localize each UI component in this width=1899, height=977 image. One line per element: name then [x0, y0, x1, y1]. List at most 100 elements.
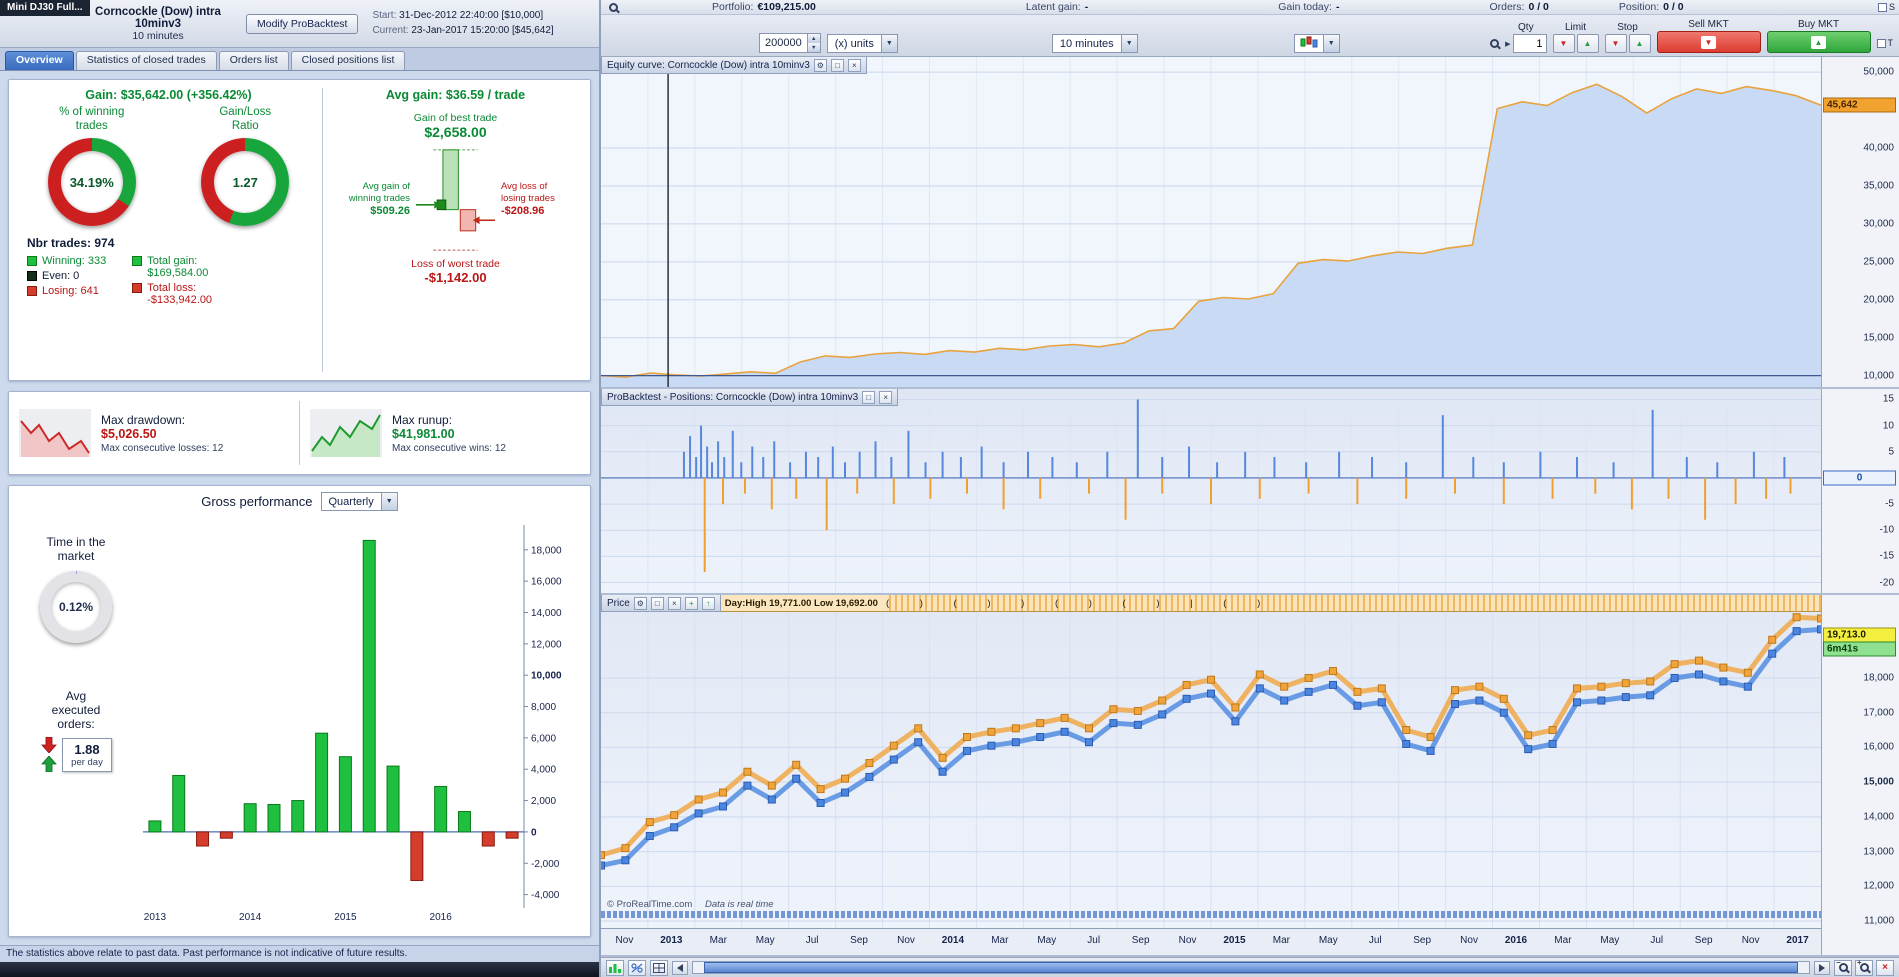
price-upper-marker	[1792, 613, 1801, 622]
scroll-right-button[interactable]	[1814, 960, 1830, 975]
units-select[interactable]: (x) units ▼	[826, 34, 898, 53]
sell-limit-button[interactable]: ▼	[1552, 34, 1575, 53]
equity-panel-titlebar[interactable]: Equity curve: Corncockle (Dow) intra 10m…	[601, 57, 867, 74]
spin-up-icon[interactable]: ▲	[807, 34, 820, 43]
reset-zoom-icon[interactable]: ×	[1876, 959, 1894, 976]
price-upper-marker	[1377, 684, 1386, 693]
axis-tick-label: 17,000	[1863, 707, 1894, 719]
positions-y-axis[interactable]: 15 10 5 -5 -10 -15 -20 0	[1821, 389, 1899, 593]
search-icon[interactable]	[1490, 39, 1500, 48]
price-lower-marker	[1036, 733, 1045, 742]
tab-statistics[interactable]: Statistics of closed trades	[75, 51, 217, 70]
stop-header: Stop	[1617, 22, 1638, 33]
axis-tick-label: 8,000	[531, 702, 556, 713]
modify-probacktest-button[interactable]: Modify ProBacktest	[246, 13, 359, 34]
checkbox-s-box[interactable]	[1877, 2, 1887, 12]
scrollbar-thumb[interactable]	[704, 962, 1798, 973]
stats-icon[interactable]	[606, 959, 624, 976]
time-axis-label: Mar	[991, 935, 1009, 946]
expander-icon[interactable]: ▶	[1505, 40, 1510, 48]
time-axis-label: Nov	[1460, 935, 1478, 946]
settings-icon[interactable]: ⚙	[633, 596, 647, 610]
candlestick-icon	[1300, 36, 1318, 48]
sell-stop-button[interactable]: ▼	[1604, 34, 1627, 53]
axis-tick-label: 35,000	[1863, 180, 1894, 192]
maximize-icon[interactable]: □	[830, 58, 844, 72]
buy-stop-button[interactable]: ▲	[1628, 34, 1651, 53]
equity-current-badge: 45,642	[1823, 97, 1896, 113]
chevron-down-icon[interactable]: ▼	[1322, 35, 1339, 52]
axis-tick-label: 14,000	[1863, 811, 1894, 823]
price-lower-marker	[1695, 670, 1703, 679]
positions-panel-titlebar[interactable]: ProBacktest - Positions: Corncockle (Dow…	[601, 389, 899, 406]
strategy-timeframe: 10 minutes	[132, 29, 184, 42]
grid-icon[interactable]	[650, 959, 668, 976]
price-upper-marker	[1670, 660, 1679, 669]
checkbox-t-box[interactable]	[1876, 38, 1886, 48]
qty-input[interactable]	[1512, 34, 1547, 53]
instrument-tab[interactable]: Mini DJ30 Full...	[0, 0, 90, 16]
copyright-line: © ProRealTime.com Data is real time	[607, 899, 774, 910]
sell-mkt-button[interactable]: ▼	[1656, 31, 1761, 53]
price-lower-marker	[1792, 627, 1801, 636]
gross-performance-card: Gross performance Quarterly ▼ Time in th…	[8, 485, 591, 937]
price-panel-titlebar[interactable]: Price ⚙ □ × + ↑	[601, 595, 721, 612]
time-axis[interactable]: Nov 2013 Mar May Jul Sep Nov 2014 Mar May Jul Sep No…	[601, 928, 1821, 955]
price-lower-marker	[670, 823, 679, 832]
time-in-market-value: 0.12%	[58, 600, 94, 614]
chart-scrollbar[interactable]	[692, 961, 1810, 974]
spin-down-icon[interactable]: ▼	[807, 43, 820, 52]
tab-closed-positions[interactable]: Closed positions list	[290, 51, 406, 70]
price-upper-marker	[1133, 706, 1142, 715]
runup-icon	[310, 409, 382, 457]
equity-y-axis[interactable]: 50,000 40,000 35,000 30,000 25,000 20,000 15,0…	[1821, 57, 1899, 387]
buy-limit-button[interactable]: ▲	[1576, 34, 1599, 53]
quantity-stepper[interactable]: 200000 ▲ ▼	[759, 33, 821, 53]
buy-arrow-icon: ▲	[1583, 39, 1592, 48]
price-upper-marker	[743, 767, 752, 776]
scroll-left-button[interactable]	[672, 960, 688, 975]
add-indicator-icon[interactable]: +	[684, 596, 698, 610]
settings-icon[interactable]: ⚙	[813, 58, 827, 72]
checkbox-t[interactable]: T	[1876, 38, 1893, 48]
chevron-down-icon[interactable]: ▼	[880, 35, 897, 52]
buy-mkt-button[interactable]: ▲	[1766, 31, 1871, 53]
tab-orders-list[interactable]: Orders list	[218, 51, 289, 70]
intraday-sessions-band: Day:High 19,771.00 Low 19,692.00 ( ) ( )…	[720, 595, 1821, 612]
search-icon[interactable]	[609, 2, 618, 12]
total-loss: Total loss: -$133,942.00	[147, 282, 213, 306]
price-y-axis[interactable]: 18,000 17,000 16,000 15,000 14,000 13,000 12,0…	[1821, 595, 1899, 955]
equity-curve-chart[interactable]: Equity curve: Corncockle (Dow) intra 10m…	[601, 57, 1821, 387]
chart-style-select[interactable]: ▼	[1293, 34, 1340, 53]
zoom-out-icon[interactable]: −	[1834, 958, 1852, 976]
qty-header: Qty	[1518, 22, 1534, 33]
timeframe-select[interactable]: 10 minutes ▼	[1051, 34, 1138, 53]
price-upper-marker	[1426, 733, 1435, 742]
strategy-title: Corncockle (Dow) intra 10minv3	[95, 5, 221, 30]
zoom-in-icon[interactable]: +	[1855, 958, 1873, 976]
chevron-down-icon[interactable]: ▼	[1120, 35, 1137, 52]
year-axis-label: 2014	[239, 912, 262, 923]
maximize-icon[interactable]: □	[650, 596, 664, 610]
close-icon[interactable]: ×	[847, 58, 861, 72]
avg-gain-per-trade: Avg gain: $36.59 / trade	[385, 88, 526, 102]
price-lower-marker	[767, 795, 776, 804]
percent-icon[interactable]	[628, 959, 646, 976]
drawdown-icon	[19, 409, 91, 457]
axis-tick-label: 20,000	[1863, 294, 1894, 306]
positions-chart[interactable]: ProBacktest - Positions: Corncockle (Dow…	[601, 389, 1821, 593]
chevron-down-icon[interactable]: ▼	[380, 493, 397, 510]
close-icon[interactable]: ×	[879, 390, 893, 404]
checkbox-s[interactable]: S	[1877, 2, 1895, 12]
performance-bar	[243, 803, 257, 833]
period-select[interactable]: Quarterly ▼	[320, 492, 398, 511]
price-chart[interactable]: © ProRealTime.com Data is real time	[601, 612, 1821, 928]
checkbox-s-label: S	[1888, 2, 1895, 12]
trades-legend: Winning: 333 Even: 0 Losing: 641	[27, 252, 106, 306]
price-upper-marker	[1499, 694, 1508, 703]
maximize-icon[interactable]: □	[862, 390, 876, 404]
price-upper-marker	[1036, 719, 1045, 728]
close-icon[interactable]: ×	[667, 596, 681, 610]
collapse-icon[interactable]: ↑	[701, 596, 715, 610]
tab-overview[interactable]: Overview	[5, 51, 74, 70]
